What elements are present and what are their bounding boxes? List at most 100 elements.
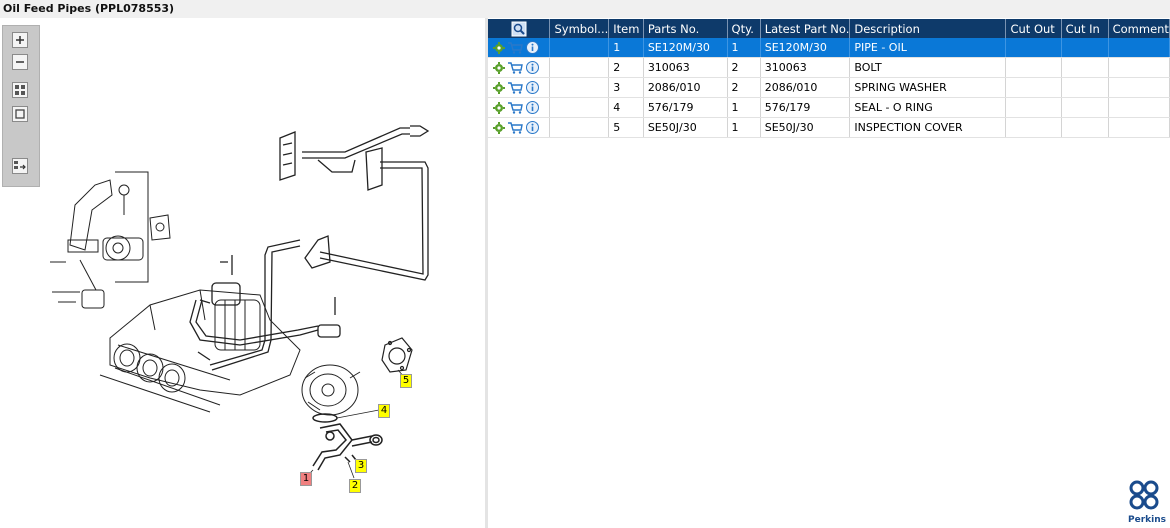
- info-icon[interactable]: [526, 61, 539, 75]
- callout-1[interactable]: 1: [300, 472, 312, 486]
- cell-qty: 1: [727, 38, 761, 58]
- info-icon[interactable]: [526, 81, 539, 95]
- alternator-drawing: [301, 364, 361, 416]
- cell-cut-in: [1061, 77, 1109, 98]
- cell-parts-no: SE120M/30: [643, 38, 728, 58]
- cell-comment: [1108, 77, 1170, 98]
- cell-qty: 2: [727, 77, 761, 98]
- cell-cut-out: [1005, 38, 1062, 58]
- cell-comment: [1108, 57, 1170, 78]
- inspection-cover-drawing: [381, 337, 413, 373]
- cell-comment: [1108, 97, 1170, 118]
- shopping-cart-icon[interactable]: [508, 62, 523, 74]
- cell-item: 3: [608, 77, 644, 98]
- cell-cut-in: [1061, 117, 1109, 138]
- gear-icon[interactable]: [493, 121, 505, 134]
- cell-symbol: [549, 38, 610, 58]
- cell-parts-no: 576/179: [643, 97, 728, 118]
- row-actions: [488, 57, 551, 78]
- cell-latest-part-no: SE50J/30: [760, 117, 851, 138]
- row-actions: [488, 117, 551, 138]
- callout-3[interactable]: 3: [355, 459, 367, 473]
- cell-cut-out: [1005, 77, 1062, 98]
- info-icon[interactable]: [526, 101, 539, 115]
- panel-arrow-icon: [14, 161, 26, 170]
- oil-feed-pipe-run-drawing: [189, 125, 430, 371]
- plus-icon: [16, 36, 24, 44]
- cell-cut-out: [1005, 117, 1062, 138]
- square-icon: [15, 109, 25, 119]
- shopping-cart-icon[interactable]: [508, 82, 523, 94]
- split-view-button[interactable]: [12, 158, 28, 174]
- exploded-parts-diagram: [50, 125, 430, 479]
- column-header-parts-no[interactable]: Parts No.: [643, 19, 728, 38]
- row-actions: [488, 77, 551, 98]
- column-header-item[interactable]: Item: [608, 19, 644, 38]
- cell-symbol: [549, 117, 610, 138]
- cell-cut-out: [1005, 57, 1062, 78]
- callout-4[interactable]: 4: [378, 404, 390, 418]
- gear-icon[interactable]: [493, 101, 505, 114]
- magnifier-icon: [511, 21, 527, 36]
- cell-description: INSPECTION COVER: [849, 117, 1007, 138]
- info-icon[interactable]: [526, 121, 539, 135]
- shopping-cart-icon[interactable]: [508, 122, 523, 134]
- row-actions: [488, 97, 551, 118]
- cell-symbol: [549, 77, 610, 98]
- cell-symbol: [549, 97, 610, 118]
- diagram-pane[interactable]: 1 2 3 4 5: [0, 18, 485, 528]
- cell-description: BOLT: [849, 57, 1007, 78]
- cell-latest-part-no: SE120M/30: [760, 38, 851, 58]
- diagram-toolbar: [2, 25, 40, 187]
- table-row[interactable]: 5 SE50J/30 1 SE50J/30 INSPECTION COVER: [488, 117, 1170, 138]
- minus-icon: [16, 61, 24, 63]
- cell-latest-part-no: 576/179: [760, 97, 851, 118]
- table-row[interactable]: 2 310063 2 310063 BOLT: [488, 57, 1170, 78]
- shopping-cart-icon[interactable]: [508, 102, 523, 114]
- grid-icon: [15, 85, 25, 95]
- parts-list-pane: Symbol... Item Parts No. Qty. Latest Par…: [488, 18, 1170, 528]
- info-icon[interactable]: [526, 41, 539, 55]
- cell-item: 4: [608, 97, 644, 118]
- cell-latest-part-no: 2086/010: [760, 77, 851, 98]
- gear-icon[interactable]: [493, 41, 505, 54]
- gear-icon[interactable]: [493, 81, 505, 94]
- callout-2[interactable]: 2: [349, 479, 361, 493]
- zoom-in-button[interactable]: [12, 32, 28, 48]
- cell-item: 5: [608, 117, 644, 138]
- cell-qty: 1: [727, 97, 761, 118]
- row-actions: [488, 38, 551, 58]
- cell-description: SPRING WASHER: [849, 77, 1007, 98]
- cell-description: PIPE - OIL: [849, 38, 1007, 58]
- zoom-out-button[interactable]: [12, 54, 28, 70]
- cell-comment: [1108, 117, 1170, 138]
- column-header-description[interactable]: Description: [849, 19, 1007, 38]
- cell-comment: [1108, 38, 1170, 58]
- table-row[interactable]: 3 2086/010 2 2086/010 SPRING WASHER: [488, 77, 1170, 98]
- table-row[interactable]: 4 576/179 1 576/179 SEAL - O RING: [488, 97, 1170, 118]
- oil-pipe-part-drawing: [312, 413, 383, 471]
- callout-5[interactable]: 5: [400, 374, 412, 388]
- cell-description: SEAL - O RING: [849, 97, 1007, 118]
- cell-latest-part-no: 310063: [760, 57, 851, 78]
- column-header-latest-part-no[interactable]: Latest Part No.: [760, 19, 851, 38]
- table-row[interactable]: 1 SE120M/30 1 SE120M/30 PIPE - OIL: [488, 38, 1170, 58]
- cell-qty: 1: [727, 117, 761, 138]
- cell-cut-in: [1061, 38, 1109, 58]
- shopping-cart-icon[interactable]: [508, 42, 523, 54]
- cell-parts-no: 2086/010: [643, 77, 728, 98]
- column-header-symbol[interactable]: Symbol...: [549, 19, 610, 38]
- bracket-assembly-drawing: [50, 171, 171, 309]
- cell-parts-no: 310063: [643, 57, 728, 78]
- gear-icon[interactable]: [493, 61, 505, 74]
- fit-all-button[interactable]: [12, 82, 28, 98]
- cell-cut-in: [1061, 97, 1109, 118]
- cell-item: 1: [608, 38, 644, 58]
- column-header-cut-in[interactable]: Cut In: [1061, 19, 1109, 38]
- fit-window-button[interactable]: [12, 106, 28, 122]
- cell-symbol: [549, 57, 610, 78]
- column-header-comment[interactable]: Comment: [1108, 19, 1170, 38]
- column-header-qty[interactable]: Qty.: [727, 19, 761, 38]
- column-header-actions[interactable]: [488, 19, 551, 38]
- column-header-cut-out[interactable]: Cut Out: [1005, 19, 1062, 38]
